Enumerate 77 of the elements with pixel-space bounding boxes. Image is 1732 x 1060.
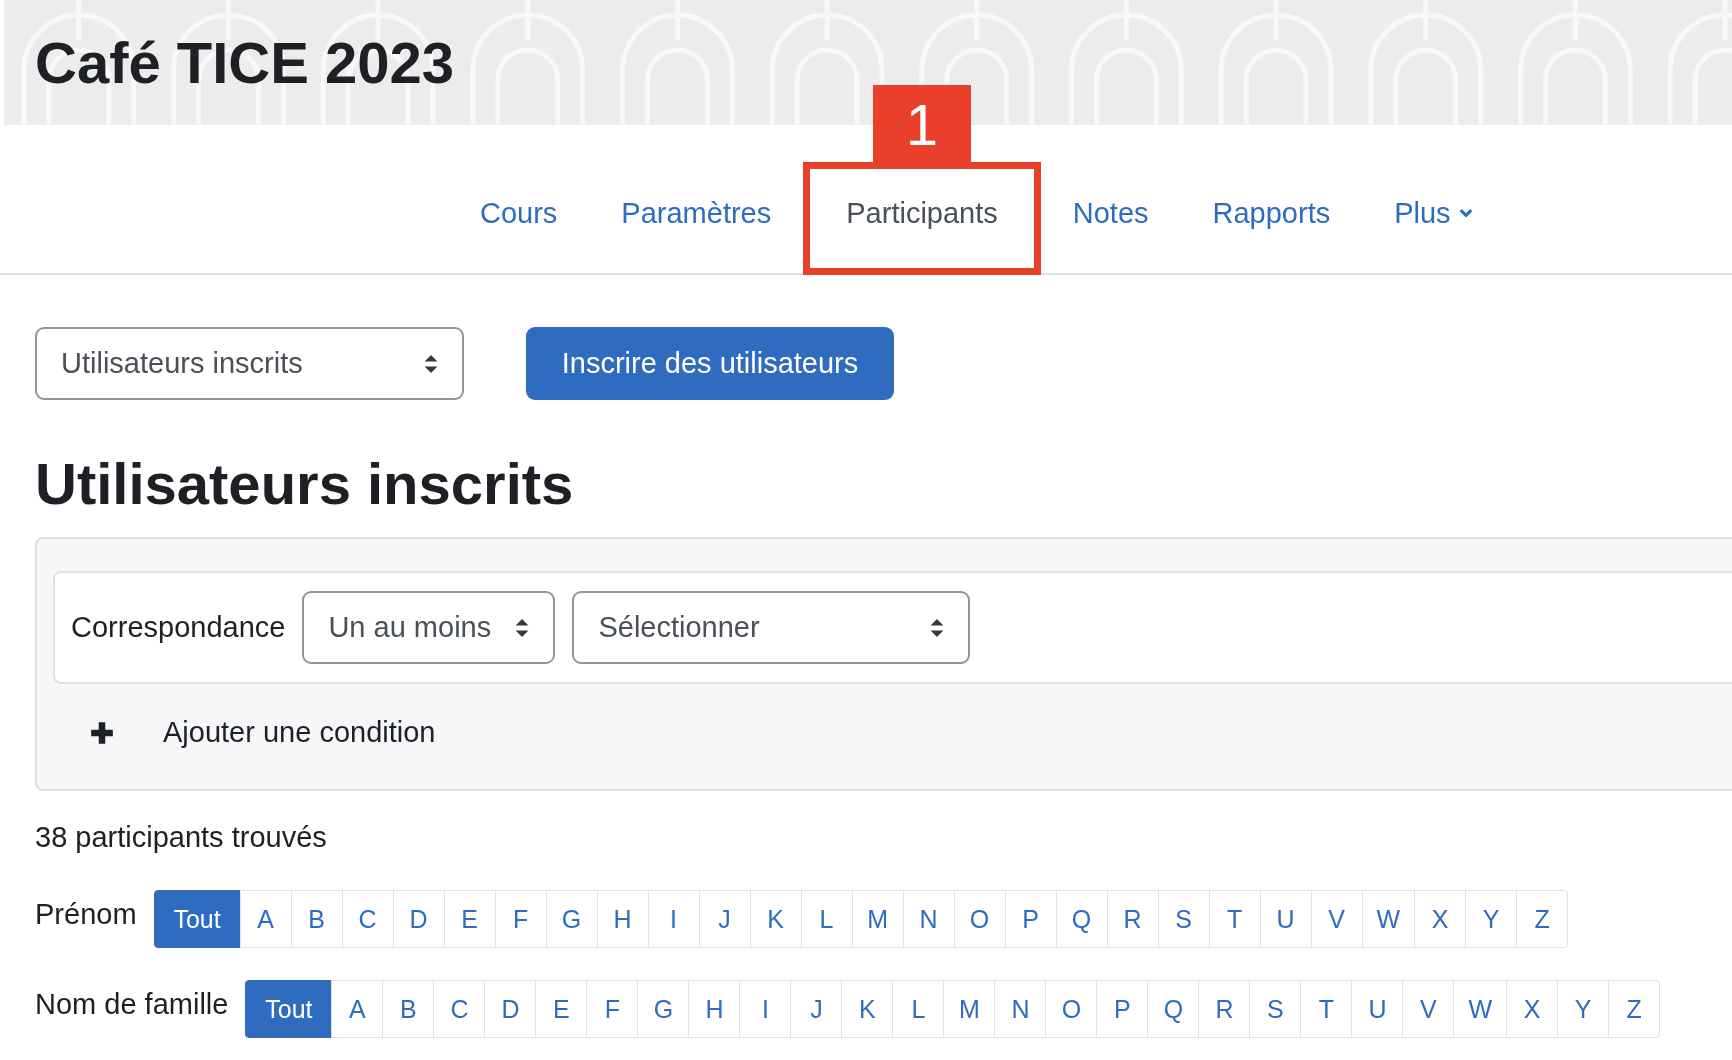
- sort-arrows-icon: [930, 618, 945, 637]
- add-condition-button[interactable]: Ajouter une condition: [53, 684, 436, 775]
- initial-filter[interactable]: V: [1402, 980, 1455, 1038]
- course-title: Café TICE 2023: [35, 29, 455, 96]
- initial-filter[interactable]: L: [800, 890, 853, 948]
- participant-count: 38 participants trouvés: [35, 821, 328, 854]
- page-heading: Utilisateurs inscrits: [35, 450, 575, 517]
- initial-filter[interactable]: Tout: [245, 980, 333, 1038]
- step-number: 1: [873, 84, 971, 165]
- initial-filter[interactable]: J: [790, 980, 843, 1038]
- initial-filter[interactable]: E: [443, 890, 496, 948]
- initial-filter[interactable]: Z: [1608, 980, 1660, 1038]
- initial-filter[interactable]: Q: [1147, 980, 1200, 1038]
- initial-filter[interactable]: I: [647, 890, 700, 948]
- initial-filter[interactable]: T: [1208, 890, 1261, 948]
- initial-filter[interactable]: B: [382, 980, 435, 1038]
- initial-filter[interactable]: O: [953, 890, 1006, 948]
- initial-filter[interactable]: L: [892, 980, 945, 1038]
- initial-filter[interactable]: Y: [1557, 980, 1609, 1038]
- nav-tab[interactable]: Paramètres: [589, 196, 804, 230]
- initial-filter[interactable]: S: [1249, 980, 1302, 1038]
- initials-label: Prénom: [35, 897, 137, 931]
- plus-icon: [89, 719, 115, 746]
- nav-tab[interactable]: Plus: [1362, 196, 1505, 230]
- initial-filter[interactable]: I: [739, 980, 792, 1038]
- initial-filter[interactable]: Z: [1516, 890, 1569, 948]
- chevron-down-icon: [1458, 208, 1473, 218]
- initial-filter[interactable]: Y: [1465, 890, 1518, 948]
- nav-tab[interactable]: Cours: [448, 196, 590, 230]
- initial-filter[interactable]: T: [1300, 980, 1353, 1038]
- nav-tab[interactable]: Rapports: [1180, 196, 1363, 230]
- initial-filter[interactable]: B: [290, 890, 343, 948]
- initial-filter[interactable]: E: [535, 980, 588, 1038]
- initial-filter[interactable]: U: [1259, 890, 1312, 948]
- initial-filter[interactable]: F: [586, 980, 639, 1038]
- initial-filter[interactable]: D: [484, 980, 537, 1038]
- initial-filter[interactable]: X: [1414, 890, 1467, 948]
- initial-filter[interactable]: Tout: [153, 890, 241, 948]
- initial-filter[interactable]: H: [596, 890, 649, 948]
- initial-filter[interactable]: S: [1157, 890, 1210, 948]
- initials-label: Nom de famille: [35, 987, 229, 1021]
- initial-filter[interactable]: R: [1198, 980, 1251, 1038]
- sort-arrows-icon: [515, 618, 530, 637]
- initial-filter[interactable]: A: [239, 890, 292, 948]
- initial-filter[interactable]: G: [637, 980, 690, 1038]
- initial-filter[interactable]: M: [943, 980, 996, 1038]
- initial-filter[interactable]: N: [994, 980, 1047, 1038]
- initial-filter[interactable]: K: [749, 890, 802, 948]
- initial-filter[interactable]: K: [841, 980, 894, 1038]
- nav-tab[interactable]: Participants: [803, 196, 1041, 230]
- initial-filter[interactable]: C: [341, 890, 394, 948]
- initial-filter[interactable]: V: [1310, 890, 1363, 948]
- enrol-users-button[interactable]: Inscrire des utilisateurs: [526, 327, 894, 400]
- initial-filter[interactable]: J: [698, 890, 751, 948]
- nav-tab[interactable]: Notes: [1040, 196, 1181, 230]
- initial-filter[interactable]: F: [494, 890, 547, 948]
- initial-filter[interactable]: Q: [1055, 890, 1108, 948]
- initial-filter[interactable]: P: [1004, 890, 1057, 948]
- initial-filter[interactable]: M: [851, 890, 904, 948]
- participants-select[interactable]: Utilisateurs inscrits: [35, 327, 464, 400]
- initial-filter[interactable]: X: [1506, 980, 1558, 1038]
- initial-filter[interactable]: C: [433, 980, 486, 1038]
- initial-filter[interactable]: R: [1106, 890, 1159, 948]
- initial-filter[interactable]: G: [545, 890, 598, 948]
- filter-type-select[interactable]: Sélectionner: [572, 591, 971, 664]
- initial-filter[interactable]: H: [688, 980, 741, 1038]
- initial-filter[interactable]: A: [331, 980, 384, 1038]
- initial-filter[interactable]: N: [902, 890, 955, 948]
- initial-filter[interactable]: O: [1045, 980, 1098, 1038]
- match-label: Correspondance: [71, 611, 286, 644]
- match-select[interactable]: Un au moins: [302, 591, 556, 664]
- initial-filter[interactable]: W: [1361, 890, 1416, 948]
- initial-filter[interactable]: U: [1351, 980, 1404, 1038]
- initial-filter[interactable]: W: [1453, 980, 1507, 1038]
- initial-filter[interactable]: P: [1096, 980, 1149, 1038]
- sort-arrows-icon: [424, 354, 438, 373]
- initial-filter[interactable]: D: [392, 890, 445, 948]
